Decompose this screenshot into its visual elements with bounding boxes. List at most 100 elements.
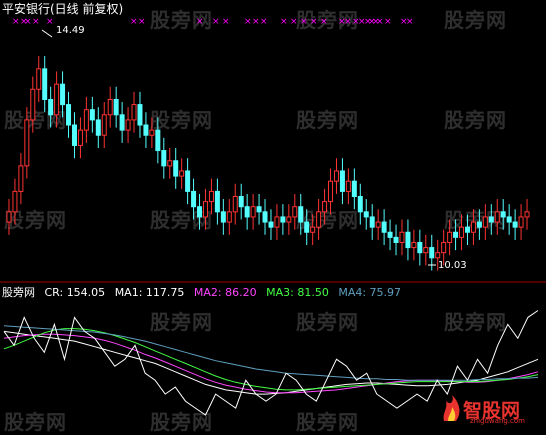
ma-line-4 (3, 325, 539, 381)
candle-body (357, 196, 363, 213)
chart-stage[interactable]: 股旁网 股旁网 股旁网 股旁网 股旁网 股旁网 股旁网 股旁网 股旁网 股旁网 … (0, 0, 546, 434)
signal-marker: × (138, 17, 146, 27)
signal-marker: × (280, 17, 288, 27)
candle-body (316, 211, 322, 228)
indicator-legend: 股旁网 CR: 154.05 MA1: 117.75 MA2: 86.20 MA… (2, 286, 407, 299)
candle-body (351, 180, 357, 198)
candle-body (6, 211, 12, 223)
candle-body (256, 206, 262, 213)
candle-body (292, 206, 298, 218)
candle-body (280, 216, 286, 223)
candle-body (453, 231, 459, 238)
candle-body (310, 226, 316, 233)
signal-marker: × (344, 17, 352, 27)
candle-body (167, 160, 173, 167)
max-price-label: 14.49 (56, 25, 85, 36)
candle-body (71, 124, 77, 146)
candle-body (375, 221, 381, 228)
candle-body (387, 231, 393, 238)
candle-body (48, 98, 54, 116)
candle-body (417, 241, 423, 254)
signal-marker: × (12, 17, 20, 27)
candle-body (429, 247, 435, 259)
candle-body (399, 231, 405, 243)
signal-marker: × (290, 17, 298, 27)
candle-body (250, 206, 256, 218)
candle-body (30, 88, 36, 121)
candle-body (101, 114, 107, 136)
candle-body (322, 201, 328, 213)
candle-body (191, 190, 197, 208)
candle-body (274, 216, 280, 228)
candle-body (197, 206, 203, 218)
candle-body (333, 170, 339, 182)
candle-body (262, 211, 268, 223)
candle-body (447, 231, 453, 243)
candle-body (488, 216, 494, 223)
candle-body (470, 221, 476, 233)
ma1-value: MA1: 117.75 (114, 286, 185, 299)
candle-body (66, 104, 72, 126)
candle-body (125, 119, 131, 131)
candle-body (119, 114, 125, 131)
candle-body (208, 190, 214, 203)
candle-body (54, 83, 60, 116)
signal-marker: × (252, 17, 260, 27)
signal-marker: × (300, 17, 308, 27)
candle-body (24, 119, 30, 167)
candle-body (393, 236, 399, 243)
candle-body (77, 129, 83, 146)
candle-body (137, 104, 143, 126)
candle-body (60, 83, 66, 106)
candle-body (339, 170, 345, 192)
candle-body (226, 211, 232, 223)
ma4-value: MA4: 75.97 (338, 286, 402, 299)
candle-body (411, 241, 417, 249)
signal-marker: × (320, 17, 328, 27)
candle-body (12, 190, 18, 213)
candle-body (518, 216, 524, 228)
candle-body (214, 190, 220, 213)
candle-body (95, 119, 101, 136)
signal-marker: × (196, 17, 204, 27)
candle-body (143, 124, 149, 136)
candle-body (494, 211, 500, 223)
candle-body (304, 221, 310, 233)
candle-body (18, 165, 24, 192)
candle-body (220, 211, 226, 223)
candle-body (369, 216, 375, 228)
ma2-value: MA2: 86.20 (193, 286, 257, 299)
candle-body (179, 170, 185, 177)
ma-line-1 (3, 330, 539, 395)
chart-canvas[interactable]: × ×× × × × × × × × × × × × × × × × ×× ×××××× × ×× (0, 0, 546, 428)
signal-marker: × (130, 17, 138, 27)
candle-body (42, 68, 48, 100)
candle-body (506, 216, 512, 223)
candle-body (232, 196, 238, 213)
candle-body (131, 104, 137, 121)
signal-marker: × (244, 17, 252, 27)
candle-body (500, 211, 506, 218)
candle-body (286, 216, 292, 223)
candle-body (155, 129, 161, 152)
candle-body (482, 216, 488, 228)
candle-body (464, 226, 470, 233)
candle-body (244, 206, 250, 218)
candle-body (476, 221, 482, 228)
candle-body (238, 196, 244, 208)
candle-body (89, 109, 95, 121)
signal-marker: × (212, 17, 220, 27)
signal-marker: × (310, 17, 318, 27)
signal-marker: × (46, 17, 54, 27)
candle-body (405, 231, 411, 249)
candle-body (268, 221, 274, 228)
candle-body (185, 170, 191, 192)
candle-body (441, 241, 447, 254)
chart-title: 平安银行(日线 前复权) (2, 2, 124, 16)
candle-body (173, 160, 179, 177)
signal-marker: × (24, 17, 32, 27)
signal-marker: × (32, 17, 40, 27)
signal-marker: × (406, 17, 414, 27)
candle-body (83, 109, 89, 131)
candlestick-series (6, 56, 530, 271)
